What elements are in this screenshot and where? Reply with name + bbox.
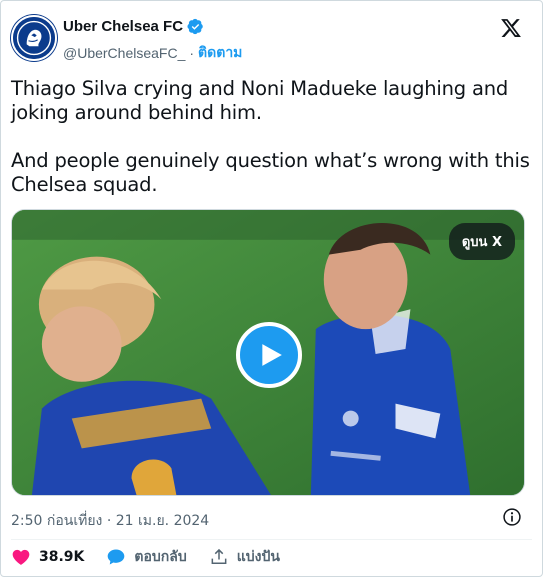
- share-button[interactable]: แบ่งปัน: [209, 546, 280, 568]
- account-name-row[interactable]: Uber Chelsea FC: [63, 18, 204, 35]
- play-icon: [262, 344, 282, 366]
- video-player[interactable]: ดูบน X: [11, 209, 525, 496]
- heart-icon: [12, 549, 30, 565]
- info-icon[interactable]: [502, 507, 522, 527]
- account-name[interactable]: Uber Chelsea FC: [63, 18, 183, 35]
- handle-row: @UberChelseaFC_ · ติดตาม: [63, 42, 242, 64]
- like-count: 38.9K: [39, 549, 85, 565]
- x-logo-icon[interactable]: [500, 17, 522, 39]
- verified-badge-icon: [187, 18, 204, 35]
- share-icon: [211, 548, 227, 564]
- play-button[interactable]: [236, 322, 302, 388]
- watch-on-x-button[interactable]: ดูบน X: [448, 223, 515, 260]
- share-label: แบ่งปัน: [236, 549, 280, 565]
- tweet-timestamp[interactable]: 2:50 ก่อนเที่ยง · 21 เม.ย. 2024: [11, 510, 209, 532]
- reply-bubble-icon: [108, 549, 125, 565]
- like-button[interactable]: 38.9K: [11, 547, 84, 567]
- tweet-paragraph-2: And people genuinely question what’s wro…: [11, 149, 530, 196]
- follow-button[interactable]: ติดตาม: [198, 42, 242, 64]
- tweet-card: Uber Chelsea FC @UberChelseaFC_ · ติดตาม…: [0, 0, 543, 577]
- reply-button[interactable]: ตอบกลับ: [106, 546, 187, 568]
- separator-dot: ·: [189, 45, 195, 61]
- reply-label: ตอบกลับ: [134, 549, 187, 565]
- tweet-paragraph-1: Thiago Silva crying and Noni Madueke lau…: [11, 77, 509, 124]
- avatar[interactable]: [11, 15, 57, 61]
- chelsea-lion-logo: [13, 17, 55, 59]
- divider: [11, 539, 532, 540]
- account-handle[interactable]: @UberChelseaFC_: [63, 45, 185, 61]
- action-bar: 38.9K ตอบกลับ แบ่งปัน: [11, 544, 280, 570]
- tweet-text: Thiago Silva crying and Noni Madueke lau…: [11, 77, 531, 197]
